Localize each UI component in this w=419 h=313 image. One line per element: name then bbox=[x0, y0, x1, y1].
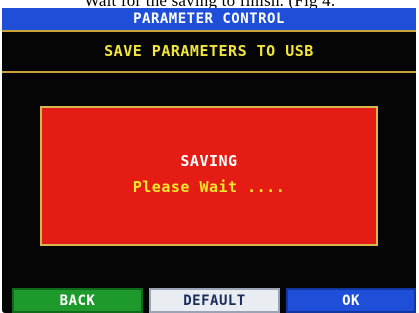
default-button[interactable]: DEFAULT bbox=[149, 288, 280, 313]
dialog-title: SAVING bbox=[180, 152, 238, 170]
saving-dialog: SAVING Please Wait .... bbox=[40, 106, 378, 246]
device-screen: PARAMETER CONTROL SAVE PARAMETERS TO USB… bbox=[2, 8, 416, 313]
screen-title-bar: PARAMETER CONTROL bbox=[2, 8, 416, 32]
screen-title: PARAMETER CONTROL bbox=[133, 11, 285, 27]
button-bar: BACK DEFAULT OK bbox=[2, 288, 416, 313]
dialog-message: Please Wait .... bbox=[132, 178, 286, 196]
back-button-label: BACK bbox=[59, 292, 96, 309]
photo-frame: Wait for the saving to finish. (Fig 4. P… bbox=[0, 0, 419, 313]
back-button[interactable]: BACK bbox=[12, 288, 143, 313]
screen-subtitle: SAVE PARAMETERS TO USB bbox=[104, 42, 314, 60]
header-divider bbox=[2, 71, 416, 73]
default-button-label: DEFAULT bbox=[183, 292, 246, 309]
ok-button[interactable]: OK bbox=[286, 288, 416, 313]
ok-button-label: OK bbox=[342, 292, 360, 309]
